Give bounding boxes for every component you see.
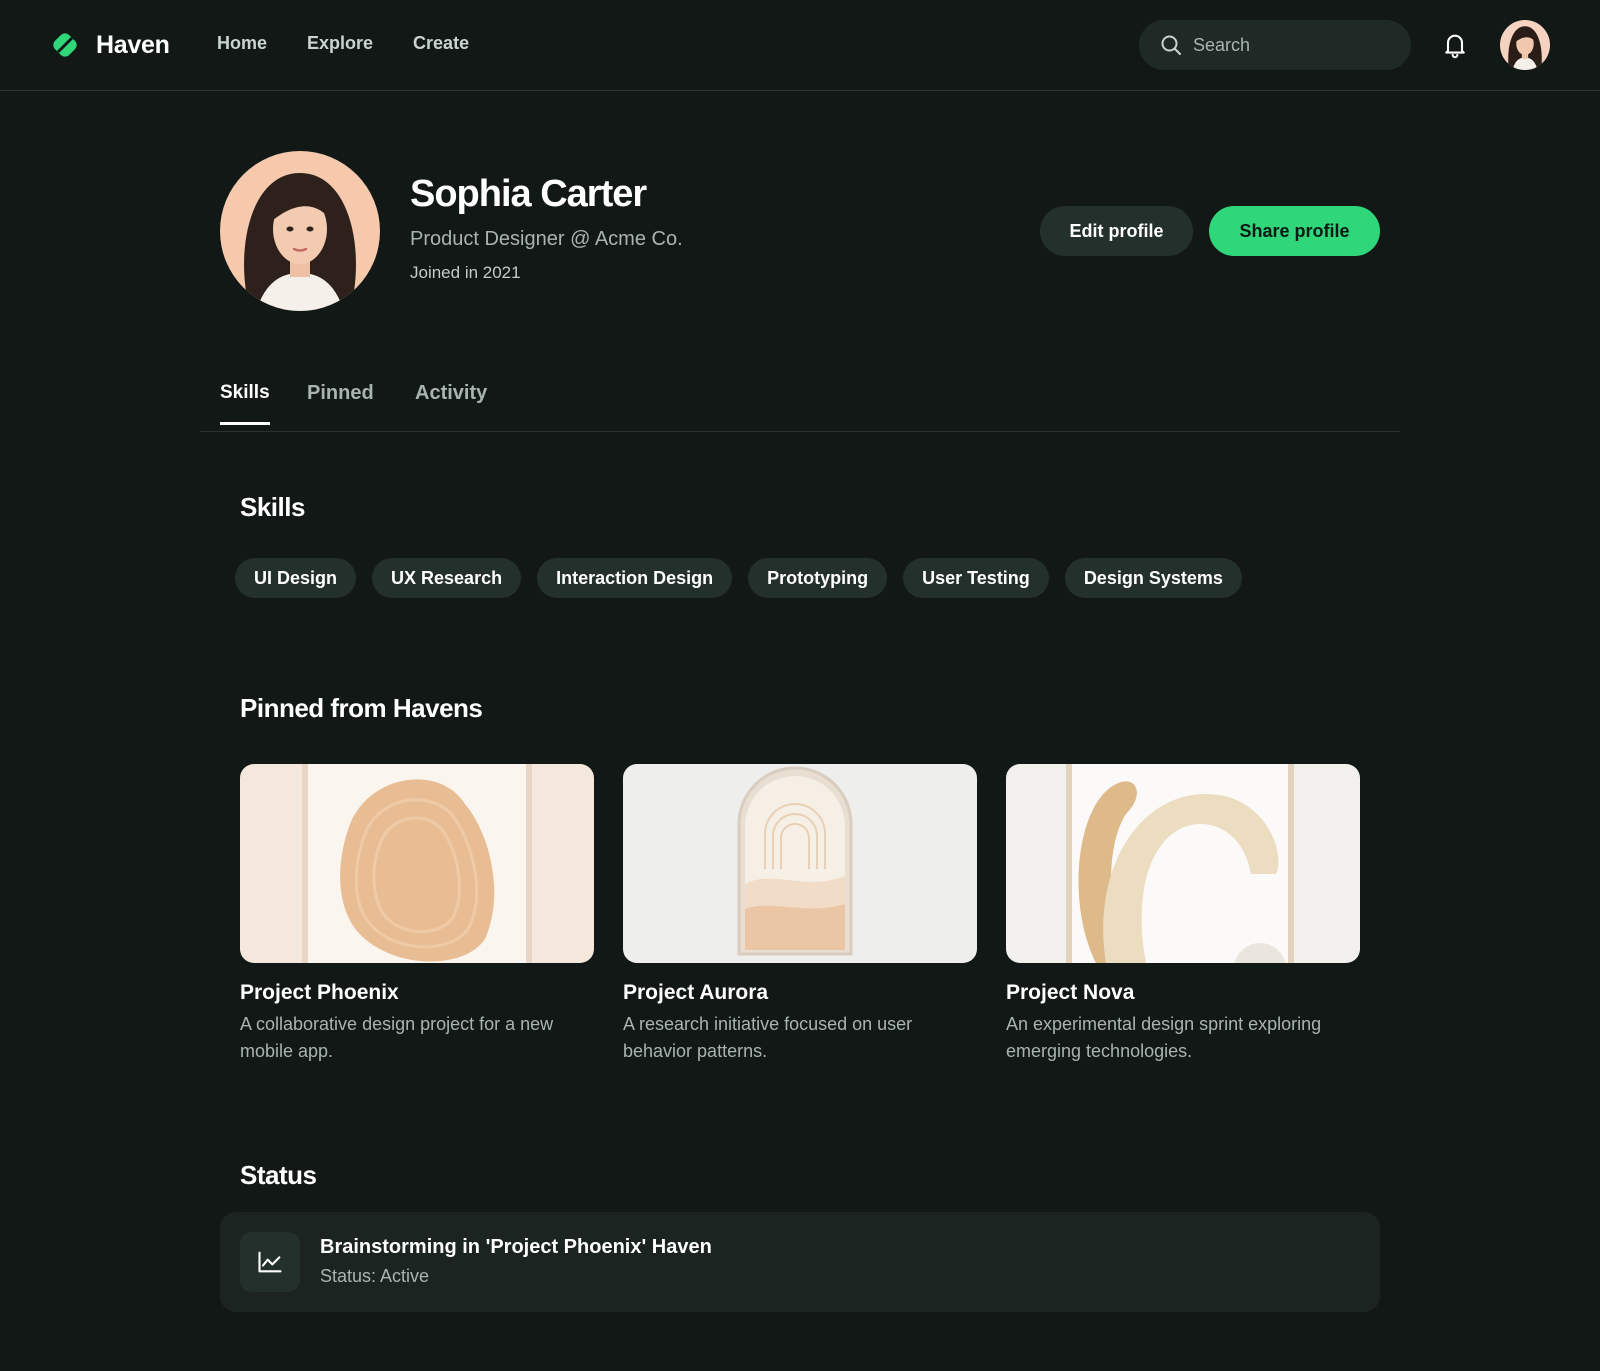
status-card[interactable]: Brainstorming in 'Project Phoenix' Haven… xyxy=(220,1212,1380,1312)
skills-heading: Skills xyxy=(240,492,305,522)
edit-profile-button[interactable]: Edit profile xyxy=(1040,206,1193,256)
search-icon xyxy=(1161,35,1181,55)
profile-name: Sophia Carter xyxy=(410,173,647,215)
status-title: Brainstorming in 'Project Phoenix' Haven xyxy=(320,1236,712,1258)
share-profile-button[interactable]: Share profile xyxy=(1209,206,1380,256)
main-nav: Home Explore Create xyxy=(217,33,509,54)
haven-logo-icon xyxy=(53,33,77,57)
skill-chip[interactable]: Design Systems xyxy=(1064,558,1242,598)
aurora-artwork xyxy=(623,764,977,963)
status-heading: Status xyxy=(240,1160,317,1190)
pinned-card-nova[interactable]: Project Nova An experimental design spri… xyxy=(1006,764,1360,1065)
user-avatar[interactable] xyxy=(1500,20,1550,70)
card-image xyxy=(1006,764,1360,963)
skill-chip[interactable]: User Testing xyxy=(903,558,1049,598)
card-title: Project Phoenix xyxy=(240,981,399,1004)
pinned-card-aurora[interactable]: Project Aurora A research initiative foc… xyxy=(623,764,977,1065)
card-description: An experimental design sprint exploring … xyxy=(1006,1014,1322,1061)
skills-list: UI Design UX Research Interaction Design… xyxy=(235,558,1258,598)
card-image xyxy=(623,764,977,963)
brand-name: Haven xyxy=(96,30,170,59)
bell-icon[interactable] xyxy=(1441,31,1469,59)
pinned-heading: Pinned from Havens xyxy=(240,693,483,723)
skill-chip[interactable]: UX Research xyxy=(372,558,522,598)
card-description: A research initiative focused on user be… xyxy=(623,1014,913,1061)
card-title: Project Nova xyxy=(1006,981,1135,1004)
user-portrait xyxy=(1500,20,1550,70)
pinned-card-phoenix[interactable]: Project Phoenix A collaborative design p… xyxy=(240,764,594,1065)
skill-chip[interactable]: UI Design xyxy=(235,558,357,598)
nav-create[interactable]: Create xyxy=(413,33,469,54)
skill-chip[interactable]: Interaction Design xyxy=(537,558,733,598)
top-navigation-bar: Haven Home Explore Create xyxy=(0,0,1600,91)
profile-joined-date: Joined in 2021 xyxy=(410,263,521,282)
profile-role: Product Designer @ Acme Co. xyxy=(410,228,683,250)
nova-artwork xyxy=(1006,764,1360,963)
tab-skills[interactable]: Skills xyxy=(220,382,270,425)
profile-portrait xyxy=(220,151,380,311)
skill-chip[interactable]: Prototyping xyxy=(748,558,888,598)
card-description: A collaborative design project for a new… xyxy=(240,1014,554,1061)
nav-explore[interactable]: Explore xyxy=(307,33,373,54)
tab-activity[interactable]: Activity xyxy=(415,382,487,425)
brand-logo[interactable]: Haven xyxy=(50,30,170,60)
search-input[interactable] xyxy=(1193,20,1393,70)
status-label: Status: Active xyxy=(320,1266,430,1286)
profile-tabs: Skills Pinned Activity xyxy=(200,370,1400,432)
line-chart-icon xyxy=(258,1251,282,1273)
phoenix-artwork xyxy=(240,764,594,963)
card-title: Project Aurora xyxy=(623,981,769,1004)
tab-pinned[interactable]: Pinned xyxy=(307,382,374,425)
card-image xyxy=(240,764,594,963)
profile-avatar xyxy=(220,151,380,311)
status-icon-container xyxy=(240,1232,300,1292)
search-box xyxy=(1139,20,1411,70)
nav-home[interactable]: Home xyxy=(217,33,267,54)
